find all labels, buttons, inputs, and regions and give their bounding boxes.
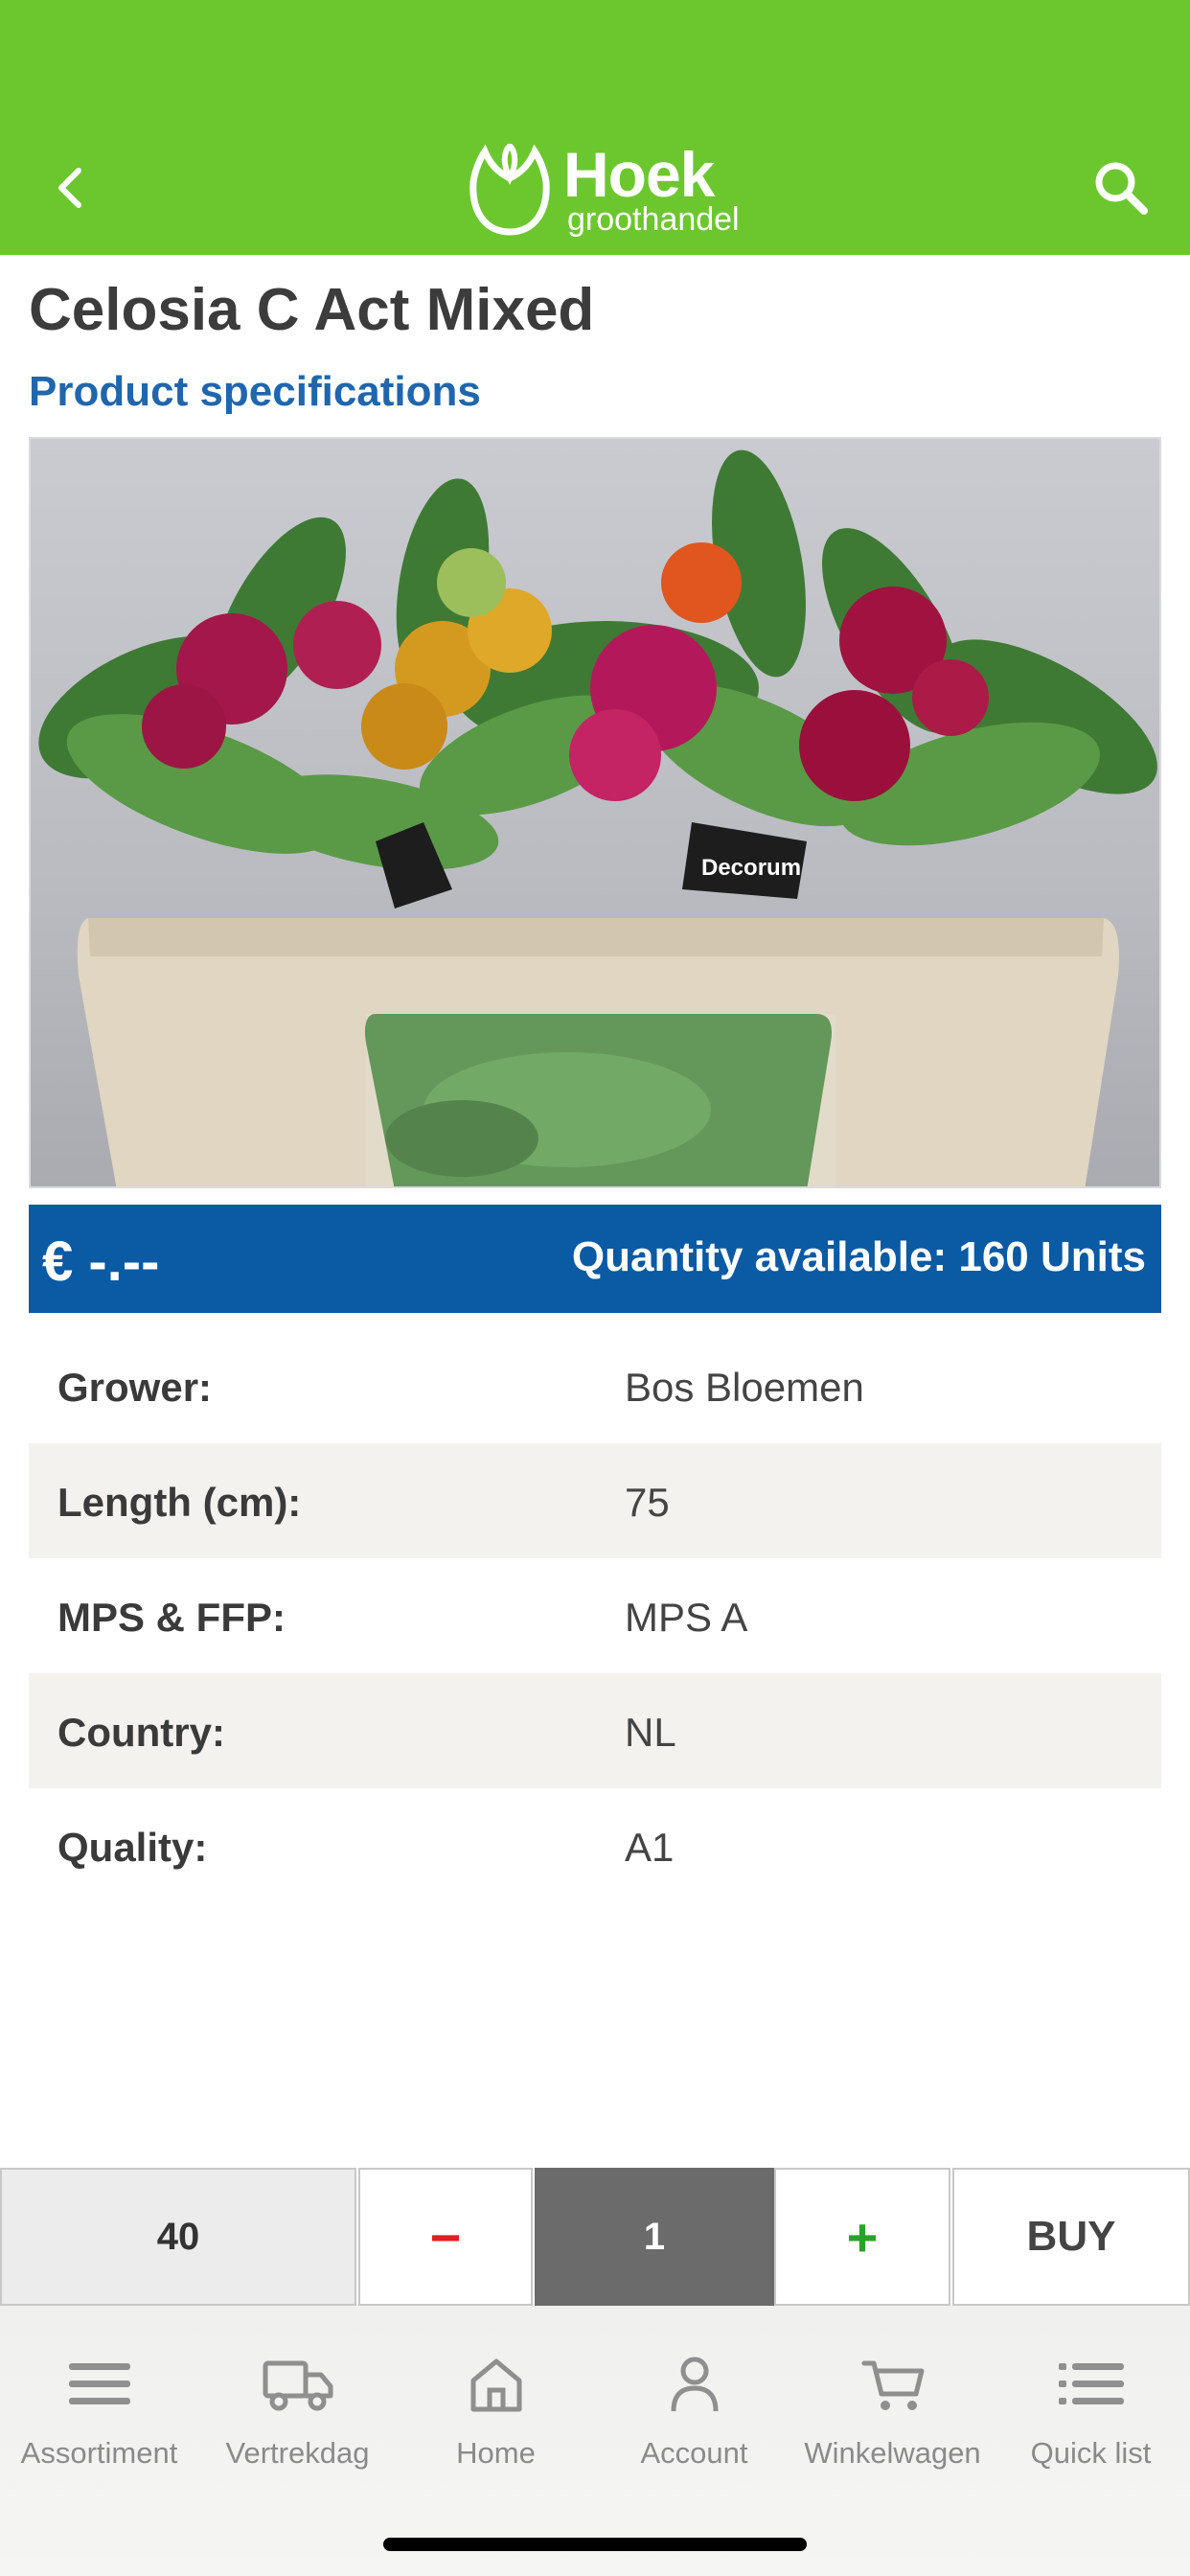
spec-row-country: Country: NL (29, 1673, 1161, 1788)
specs-table: Grower: Bos Bloemen Length (cm): 75 MPS … (29, 1328, 1161, 1903)
spec-key: Country: (57, 1710, 225, 1755)
tab-vertrekdag[interactable]: Vertrekdag (198, 2354, 397, 2471)
spec-row-quality: Quality: A1 (29, 1788, 1161, 1903)
back-button[interactable] (42, 159, 100, 217)
buy-button[interactable]: BUY (952, 2168, 1190, 2306)
tab-label: Quick list (1030, 2436, 1152, 2470)
spec-value: Bos Bloemen (625, 1365, 864, 1410)
tab-winkelwagen[interactable]: Winkelwagen (793, 2354, 992, 2471)
tab-label: Home (456, 2436, 536, 2470)
product-title: Celosia C Act Mixed (29, 277, 595, 343)
tab-home[interactable]: Home (397, 2354, 595, 2471)
product-image: Decorum (29, 437, 1161, 1188)
spec-key: Length (cm): (57, 1480, 302, 1525)
quantity-field[interactable]: 1 (535, 2168, 774, 2306)
brand-name: Hoek (563, 139, 715, 210)
brand-subtitle: groothandel (567, 201, 740, 238)
tab-label: Winkelwagen (804, 2436, 981, 2470)
decorum-tag-label: Decorum (701, 855, 801, 881)
buy-bar: 40 − 1 + BUY (0, 2168, 1190, 2306)
chevron-left-icon (58, 168, 81, 208)
truck-icon (263, 2360, 332, 2411)
flower-bucket-illustration: Decorum (38, 449, 1157, 1186)
list-icon (1058, 2363, 1124, 2404)
spec-value: 75 (625, 1480, 670, 1525)
search-icon (1095, 162, 1148, 215)
home-indicator[interactable] (383, 2538, 807, 2551)
tab-label: Vertrekdag (225, 2436, 370, 2470)
spec-row-mps: MPS & FFP: MPS A (29, 1558, 1161, 1673)
app-header: Hoek groothandel (0, 0, 1190, 255)
tulip-logo-icon (469, 144, 550, 236)
spec-key: Quality: (57, 1825, 208, 1870)
price: € -.-- (42, 1230, 160, 1293)
cart-icon (861, 2360, 924, 2410)
tab-assortiment[interactable]: Assortiment (0, 2354, 198, 2471)
product-specifications-link[interactable]: Product specifications (29, 368, 481, 416)
step-size-box: 40 (0, 2168, 356, 2306)
spec-key: MPS & FFP: (57, 1595, 286, 1640)
tab-label: Assortiment (20, 2436, 178, 2470)
spec-value: A1 (625, 1825, 675, 1870)
menu-icon (68, 2363, 130, 2404)
price-bar: € -.-- Quantity available: 160 Units (29, 1205, 1161, 1313)
spec-value: NL (625, 1710, 676, 1755)
increase-quantity-button[interactable]: + (774, 2168, 950, 2306)
home-icon (470, 2358, 521, 2412)
tab-account[interactable]: Account (595, 2354, 793, 2471)
spec-value: MPS A (625, 1595, 748, 1640)
spec-row-grower: Grower: Bos Bloemen (29, 1328, 1161, 1443)
bottom-tab-bar: Assortiment Vertrekdag Home Account Wink… (0, 2306, 1190, 2576)
search-button[interactable] (1090, 157, 1152, 218)
quantity-available: Quantity available: 160 Units (571, 1233, 1146, 1280)
tab-label: Account (640, 2436, 748, 2470)
decrease-quantity-button[interactable]: − (358, 2168, 533, 2306)
user-icon (671, 2357, 718, 2412)
brand-logo: Hoek groothandel (462, 139, 740, 240)
tab-quick-list[interactable]: Quick list (992, 2354, 1190, 2471)
spec-row-length: Length (cm): 75 (29, 1443, 1161, 1558)
spec-key: Grower: (57, 1365, 213, 1410)
